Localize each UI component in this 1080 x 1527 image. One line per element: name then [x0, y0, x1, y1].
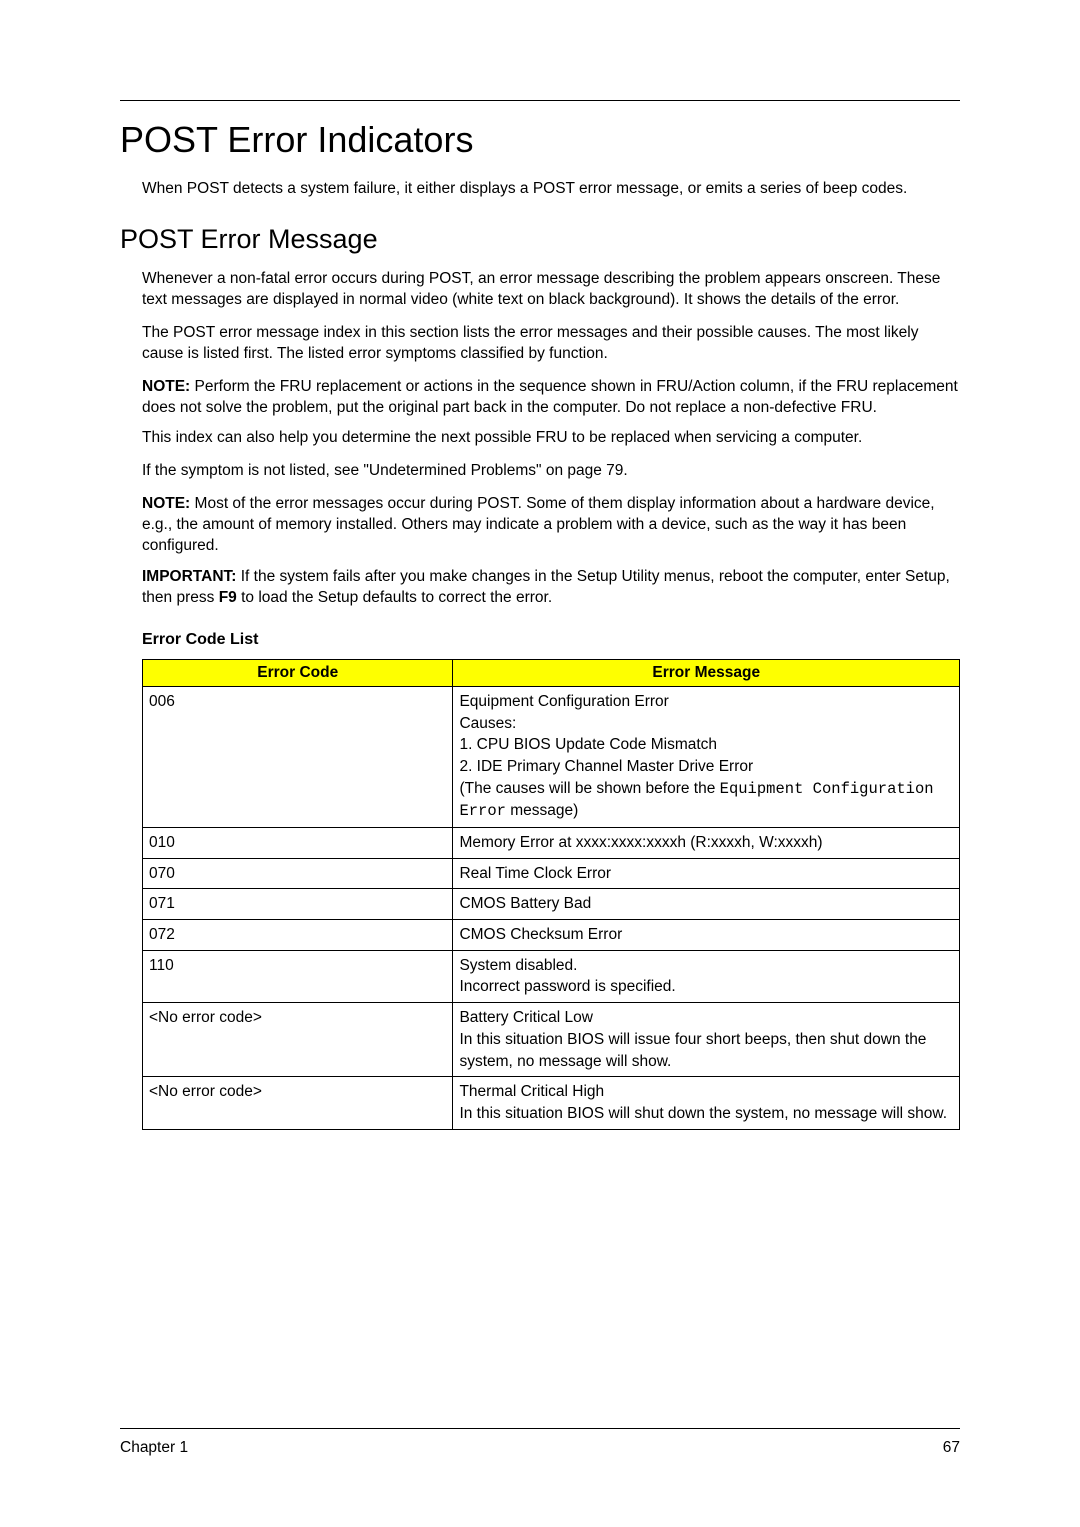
note-1-body: Perform the FRU replacement or actions i…: [142, 378, 958, 416]
note-2-label: NOTE:: [142, 494, 190, 515]
cell-code: 070: [143, 858, 453, 889]
error-code-table: Error Code Error Message 006 Equipment C…: [142, 659, 960, 1130]
cell-code: 010: [143, 828, 453, 859]
cell-code: 072: [143, 920, 453, 951]
cell-message: Memory Error at xxxx:xxxx:xxxxh (R:xxxxh…: [453, 828, 960, 859]
table-header-row: Error Code Error Message: [143, 659, 960, 686]
footer: Chapter 1 67: [120, 1428, 960, 1457]
intro-paragraph: When POST detects a system failure, it e…: [142, 179, 960, 200]
msg-span: message): [506, 802, 578, 819]
body-paragraph-1: Whenever a non-fatal error occurs during…: [142, 269, 960, 311]
table-row: 110 System disabled. Incorrect password …: [143, 950, 960, 1002]
footer-page-number: 67: [943, 1439, 960, 1457]
important-label: IMPORTANT:: [142, 567, 236, 588]
msg-line: System disabled.: [459, 955, 953, 977]
cell-code: <No error code>: [143, 1003, 453, 1077]
header-error-code: Error Code: [143, 659, 453, 686]
table-row: <No error code> Battery Critical Low In …: [143, 1003, 960, 1077]
important-body-b: to load the Setup defaults to correct th…: [237, 589, 552, 606]
msg-line: Incorrect password is specified.: [459, 976, 953, 998]
table-row: 071 CMOS Battery Bad: [143, 889, 960, 920]
msg-line: In this situation BIOS will shut down th…: [459, 1103, 953, 1125]
table-title: Error Code List: [142, 631, 960, 649]
table-row: 006 Equipment Configuration Error Causes…: [143, 686, 960, 827]
msg-line: Equipment Configuration Error: [459, 691, 953, 713]
page-title: POST Error Indicators: [120, 119, 960, 161]
cell-message: CMOS Battery Bad: [453, 889, 960, 920]
msg-line: In this situation BIOS will issue four s…: [459, 1029, 953, 1072]
table-row: 070 Real Time Clock Error: [143, 858, 960, 889]
table-row: <No error code> Thermal Critical High In…: [143, 1077, 960, 1129]
table-row: 010 Memory Error at xxxx:xxxx:xxxxh (R:x…: [143, 828, 960, 859]
msg-line: Battery Critical Low: [459, 1007, 953, 1029]
msg-line: 1. CPU BIOS Update Code Mismatch: [459, 734, 953, 756]
cell-message: System disabled. Incorrect password is s…: [453, 950, 960, 1002]
body-paragraph-3: This index can also help you determine t…: [142, 428, 960, 449]
top-rule: [120, 100, 960, 101]
cell-message: Real Time Clock Error: [453, 858, 960, 889]
footer-chapter: Chapter 1: [120, 1439, 188, 1457]
header-error-message: Error Message: [453, 659, 960, 686]
table-row: 072 CMOS Checksum Error: [143, 920, 960, 951]
msg-span: (The causes will be shown before the: [459, 780, 719, 797]
msg-line: 2. IDE Primary Channel Master Drive Erro…: [459, 756, 953, 778]
body-paragraph-4: If the symptom is not listed, see "Undet…: [142, 461, 960, 482]
footer-row: Chapter 1 67: [120, 1439, 960, 1457]
body-paragraph-2: The POST error message index in this sec…: [142, 323, 960, 365]
cell-message: Battery Critical Low In this situation B…: [453, 1003, 960, 1077]
page-content: POST Error Indicators When POST detects …: [120, 100, 960, 1130]
cell-code: 110: [143, 950, 453, 1002]
cell-message: Equipment Configuration Error Causes: 1.…: [453, 686, 960, 827]
note-2-body: Most of the error messages occur during …: [142, 495, 935, 554]
msg-line: Thermal Critical High: [459, 1081, 953, 1103]
important-note: IMPORTANT: If the system fails after you…: [142, 567, 960, 609]
note-1-label: NOTE:: [142, 377, 190, 398]
footer-rule: [120, 1428, 960, 1429]
cell-message: Thermal Critical High In this situation …: [453, 1077, 960, 1129]
cell-code: <No error code>: [143, 1077, 453, 1129]
cell-message: CMOS Checksum Error: [453, 920, 960, 951]
cell-code: 071: [143, 889, 453, 920]
msg-line: (The causes will be shown before the Equ…: [459, 778, 953, 823]
cell-code: 006: [143, 686, 453, 827]
note-1: NOTE: Perform the FRU replacement or act…: [142, 377, 960, 419]
msg-line: Causes:: [459, 713, 953, 735]
section-heading-post-error-message: POST Error Message: [120, 224, 960, 255]
note-2: NOTE: Most of the error messages occur d…: [142, 494, 960, 557]
important-key: F9: [219, 589, 237, 606]
